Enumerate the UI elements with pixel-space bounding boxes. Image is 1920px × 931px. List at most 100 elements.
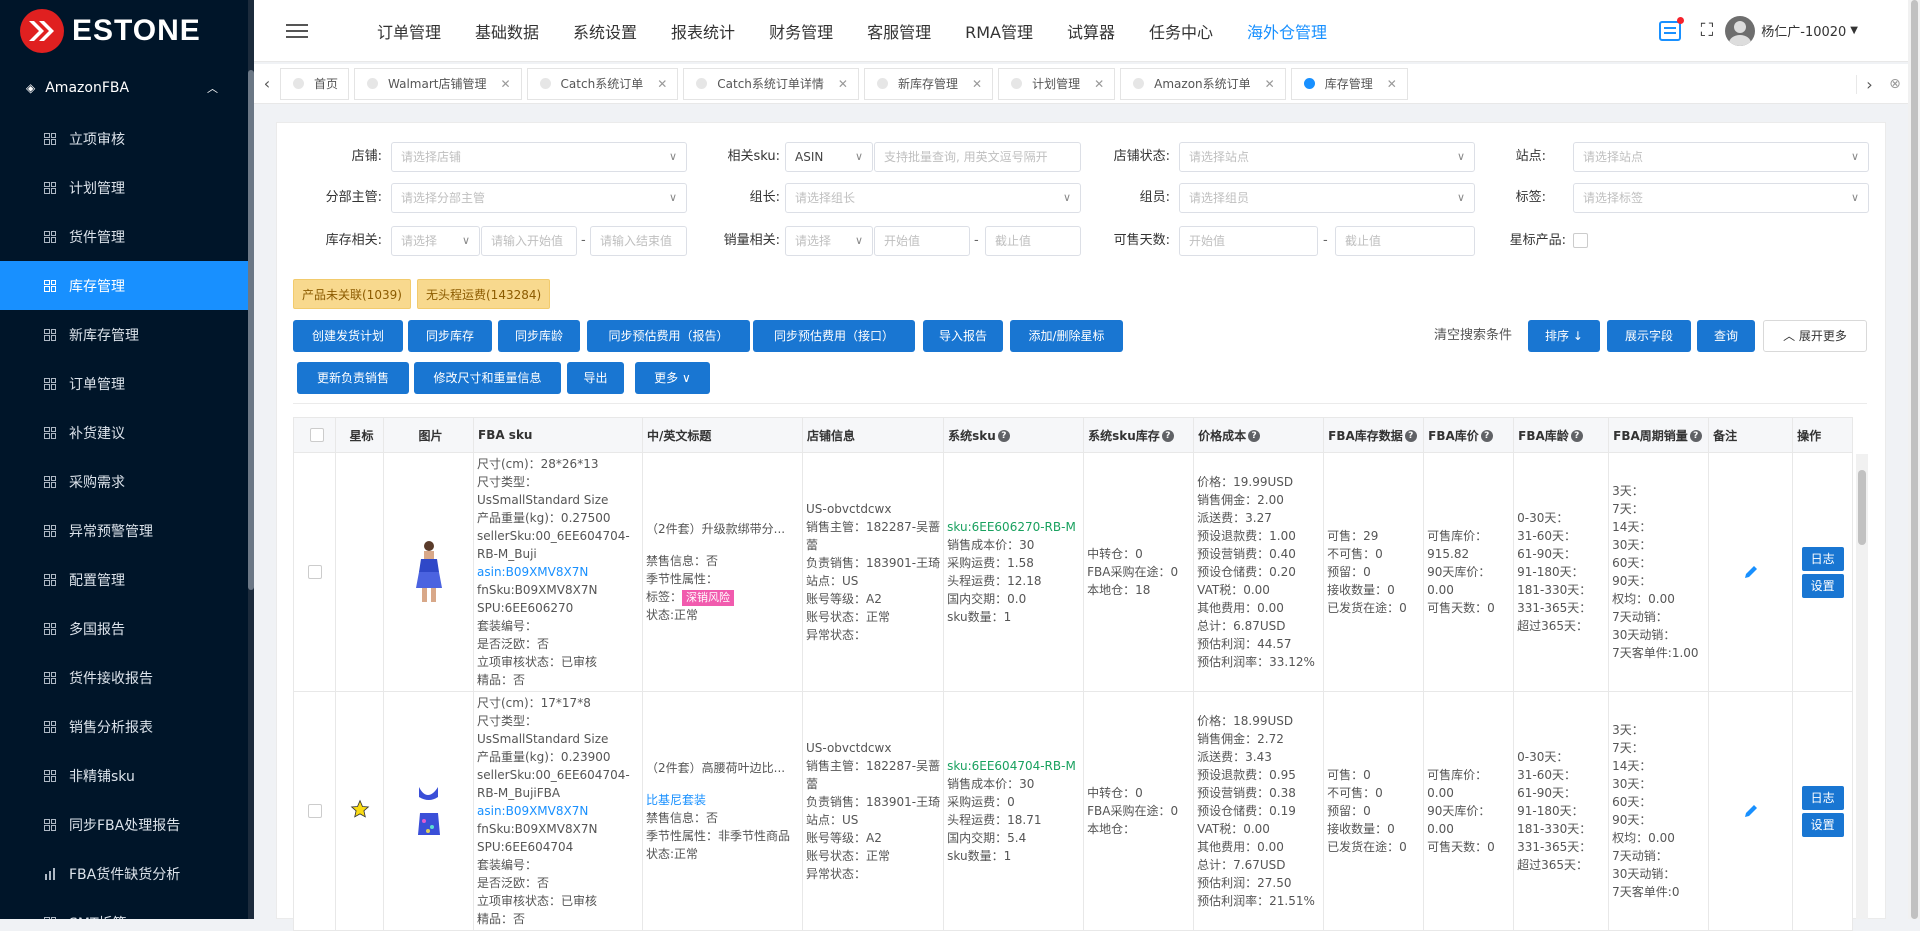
tab-3[interactable]: Catch系统订单详情 ✕ [683, 67, 859, 100]
sync-fee-report-button[interactable]: 同步预估费用（报告） [587, 320, 750, 352]
top-nav-item-5[interactable]: 客服管理 [850, 23, 948, 42]
edit-size-button[interactable]: 修改尺寸和重量信息 [414, 362, 561, 394]
asin-link[interactable]: asin:B09XMV8X7N [477, 563, 639, 581]
settings-button[interactable]: 设置 [1801, 812, 1844, 837]
help-icon[interactable]: ? [1161, 430, 1174, 442]
product-title[interactable]: （2件套）升级款绑带分... [646, 520, 799, 538]
import-report-button[interactable]: 导入报告 [923, 320, 1003, 352]
sidebar-item-9[interactable]: 配置管理 [0, 555, 254, 604]
clear-search-link[interactable]: 清空搜索条件 [1434, 320, 1512, 352]
help-icon[interactable]: ? [1404, 430, 1417, 442]
star-product-checkbox[interactable] [1573, 233, 1588, 248]
close-icon[interactable]: ✕ [972, 77, 982, 91]
close-icon[interactable]: ✕ [1094, 77, 1104, 91]
sidebar-group-amazonfba[interactable]: ◈ AmazonFBA ︿ [0, 62, 254, 114]
help-icon[interactable]: ? [1248, 430, 1261, 442]
user-name[interactable]: 杨仁广-10020 [1761, 21, 1846, 40]
system-sku-link[interactable]: sku:6EE606270-RB-M [947, 518, 1080, 536]
top-nav-item-6[interactable]: RMA管理 [948, 23, 1050, 42]
sidebar-item-3[interactable]: 库存管理 [0, 261, 254, 310]
sidebar-item-15[interactable]: FBA货件缺货分析 [0, 849, 254, 898]
display-fields-button[interactable]: 展示字段 [1607, 320, 1691, 352]
stock-type-select[interactable]: 请选择 ∨ [391, 226, 480, 256]
dept-manager-select[interactable]: 请选择分部主管 ∨ [391, 183, 687, 213]
log-button[interactable]: 日志 [1801, 546, 1844, 571]
sidebar-item-13[interactable]: 非精铺sku [0, 751, 254, 800]
sidebar-item-16[interactable]: SMT拆箱 [0, 898, 254, 919]
sidebar-item-5[interactable]: 订单管理 [0, 359, 254, 408]
table-scrollbar[interactable] [1856, 454, 1868, 919]
top-nav-item-2[interactable]: 系统设置 [556, 23, 654, 42]
tab-5[interactable]: 计划管理 ✕ [998, 67, 1116, 100]
sidebar-item-4[interactable]: 新库存管理 [0, 310, 254, 359]
caret-down-icon[interactable]: ▼ [1850, 25, 1858, 36]
expand-more-button[interactable]: ︿ 展开更多 [1763, 320, 1867, 352]
top-nav-item-7[interactable]: 试算器 [1050, 23, 1132, 42]
top-nav-item-4[interactable]: 财务管理 [752, 23, 850, 42]
sales-start-input[interactable]: 开始值 [874, 226, 970, 256]
tab-scroll-right-icon[interactable]: › [1856, 74, 1882, 94]
tag-select[interactable]: 请选择标签 ∨ [1573, 183, 1869, 213]
product-title-link[interactable]: 比基尼套装 [646, 791, 799, 809]
shop-status-select[interactable]: 请选择站点 ∨ [1179, 142, 1475, 172]
sidebar-item-2[interactable]: 货件管理 [0, 212, 254, 261]
sales-type-select[interactable]: 请选择 ∨ [785, 226, 873, 256]
create-plan-button[interactable]: 创建发货计划 [293, 320, 403, 352]
team-leader-select[interactable]: 请选择组长 ∨ [785, 183, 1081, 213]
system-sku-link[interactable]: sku:6EE604704-RB-M [947, 757, 1080, 775]
tab-6[interactable]: Amazon系统订单 ✕ [1120, 67, 1286, 100]
sidebar-item-6[interactable]: 补货建议 [0, 408, 254, 457]
sync-age-button[interactable]: 同步库龄 [498, 320, 580, 352]
help-icon[interactable]: ? [1570, 430, 1583, 442]
sidebar-item-1[interactable]: 计划管理 [0, 163, 254, 212]
sidebar-item-10[interactable]: 多国报告 [0, 604, 254, 653]
unlinked-products-badge[interactable]: 产品未关联(1039) [293, 279, 411, 309]
stock-start-input[interactable]: 请输入开始值 [481, 226, 577, 256]
row-checkbox[interactable] [307, 565, 322, 579]
tab-1[interactable]: Walmart店铺管理 ✕ [354, 67, 522, 100]
stock-end-input[interactable]: 请输入结束值 [590, 226, 687, 256]
help-icon[interactable]: ? [1480, 430, 1493, 442]
sellable-days-start-input[interactable]: 开始值 [1179, 226, 1318, 256]
star-filled-icon[interactable] [339, 799, 380, 824]
close-icon[interactable]: ✕ [500, 77, 510, 91]
top-nav-item-8[interactable]: 任务中心 [1132, 23, 1230, 42]
top-nav-item-3[interactable]: 报表统计 [654, 23, 752, 42]
row-checkbox[interactable] [307, 804, 322, 818]
settings-button[interactable]: 设置 [1801, 573, 1844, 598]
product-title[interactable]: （2件套）高腰荷叶边比... [646, 759, 799, 777]
help-icon[interactable]: ? [997, 430, 1010, 442]
no-freight-badge[interactable]: 无头程运费(143284) [417, 279, 551, 309]
column-header-0[interactable] [293, 417, 336, 453]
help-icon[interactable]: ? [1689, 430, 1702, 442]
close-icon[interactable]: ✕ [1265, 77, 1275, 91]
close-icon[interactable]: ✕ [838, 77, 848, 91]
top-nav-item-9[interactable]: 海外仓管理 [1230, 23, 1344, 42]
sidebar-item-14[interactable]: 同步FBA处理报告 [0, 800, 254, 849]
shop-select[interactable]: 请选择店铺 ∨ [391, 142, 687, 172]
edit-note-icon[interactable] [1743, 803, 1759, 819]
more-button[interactable]: 更多 ∨ [635, 362, 710, 394]
sidebar-item-8[interactable]: 异常预警管理 [0, 506, 254, 555]
sidebar-item-11[interactable]: 货件接收报告 [0, 653, 254, 702]
task-notification-icon[interactable] [1658, 16, 1684, 41]
select-all-checkbox[interactable] [309, 428, 324, 442]
top-nav-item-1[interactable]: 基础数据 [458, 23, 556, 42]
logo[interactable]: ESTONE [0, 0, 254, 62]
tab-scroll-left-icon[interactable]: ‹ [254, 74, 280, 93]
sync-stock-button[interactable]: 同步库存 [408, 320, 492, 352]
sales-end-input[interactable]: 截止值 [985, 226, 1081, 256]
log-button[interactable]: 日志 [1801, 785, 1844, 810]
fullscreen-icon[interactable]: ⛶ [1701, 20, 1714, 41]
sku-type-select[interactable]: ASIN ∨ [785, 142, 873, 172]
sidebar-item-12[interactable]: 销售分析报表 [0, 702, 254, 751]
member-select[interactable]: 请选择组员 ∨ [1179, 183, 1475, 213]
close-icon[interactable]: ✕ [657, 77, 667, 91]
asin-link[interactable]: asin:B09XMV8X7N [477, 802, 639, 820]
export-button[interactable]: 导出 [567, 362, 624, 394]
tab-0[interactable]: 首页 [280, 67, 350, 100]
update-sales-button[interactable]: 更新负责销售 [297, 362, 409, 394]
sidebar-item-7[interactable]: 采购需求 [0, 457, 254, 506]
tab-2[interactable]: Catch系统订单 ✕ [526, 67, 679, 100]
close-icon[interactable]: ✕ [1387, 77, 1397, 91]
